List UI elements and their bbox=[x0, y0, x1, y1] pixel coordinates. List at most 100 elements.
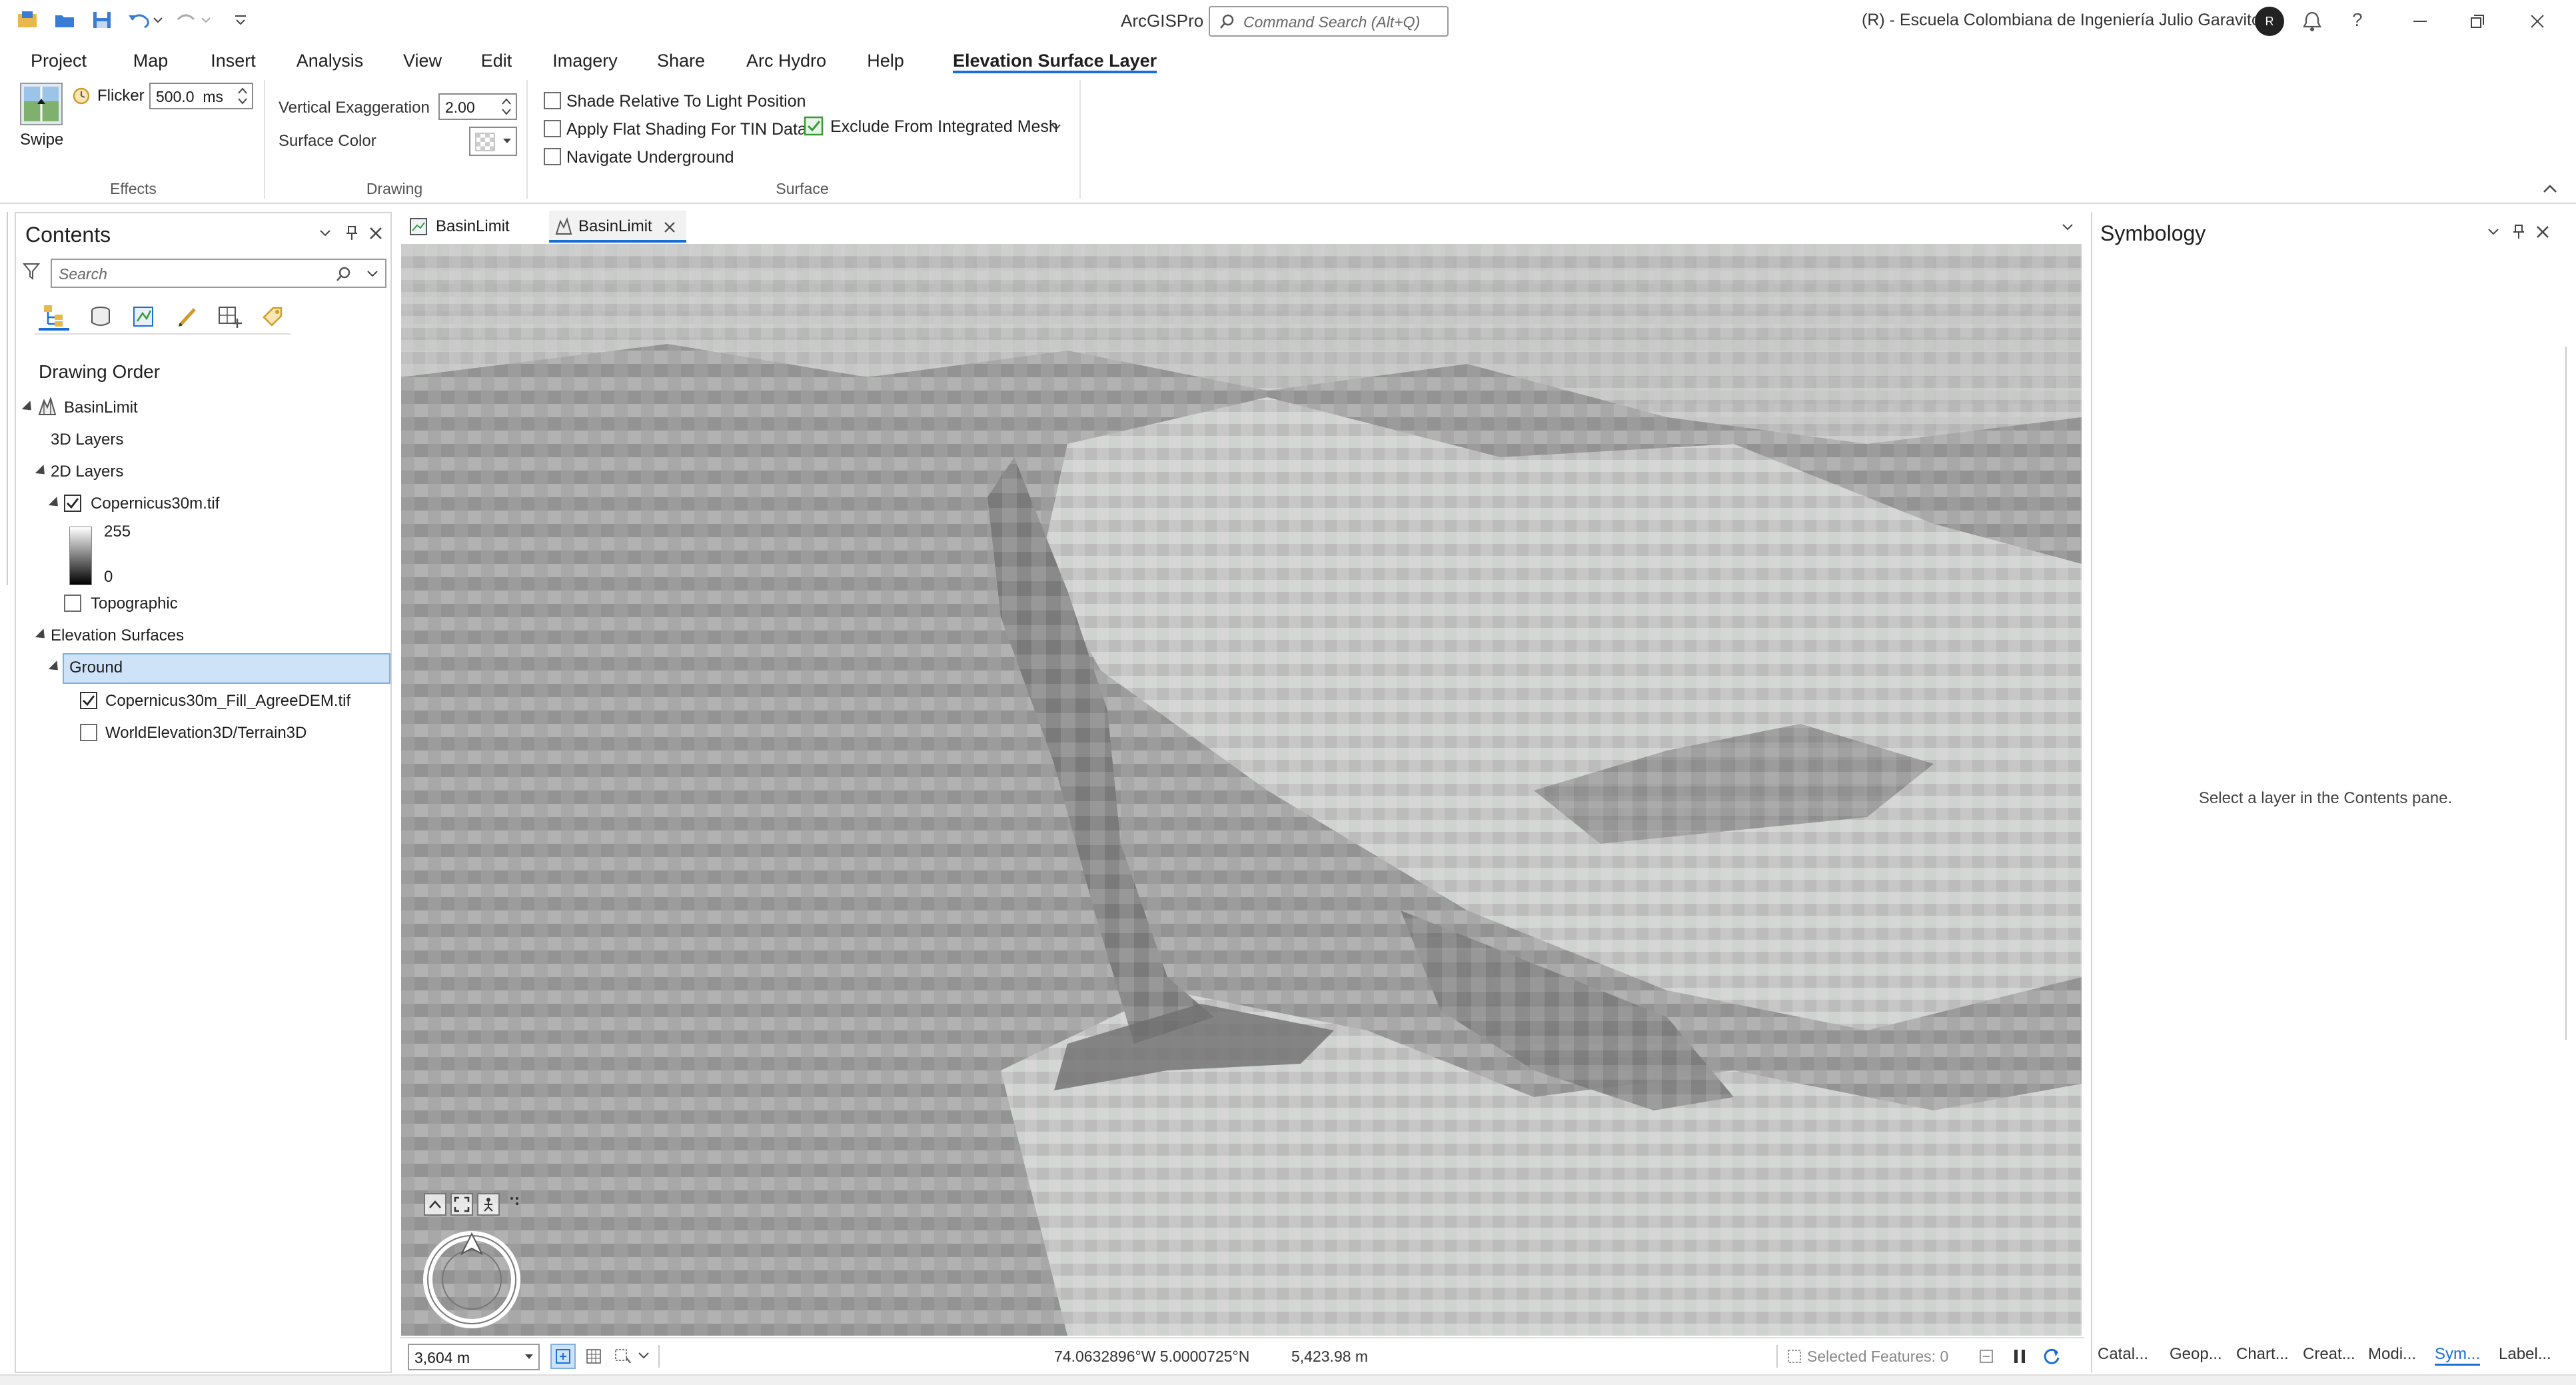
tab-create-features[interactable]: Creat... bbox=[2303, 1345, 2355, 1364]
chevron-down-icon[interactable] bbox=[2059, 219, 2076, 236]
list-by-drawing-order-icon[interactable] bbox=[39, 303, 69, 331]
list-by-data-source-icon[interactable] bbox=[85, 303, 116, 331]
tab-geoprocessing[interactable]: Geop... bbox=[2170, 1345, 2222, 1364]
pin-icon[interactable] bbox=[2509, 223, 2528, 241]
vertical-exaggeration-field[interactable]: 2.00 bbox=[438, 93, 517, 120]
close-tab-icon[interactable] bbox=[661, 219, 678, 236]
tree-item-fill-agree-dem[interactable]: Copernicus30m_Fill_AgreeDEM.tif bbox=[105, 692, 350, 710]
collapse-triangle-icon[interactable] bbox=[48, 661, 63, 675]
avatar[interactable]: R bbox=[2255, 7, 2284, 36]
scale-field[interactable]: 3,604 m bbox=[408, 1344, 540, 1370]
list-by-selection-icon[interactable] bbox=[128, 303, 159, 331]
tree-item-copernicus30m[interactable]: Copernicus30m.tif bbox=[91, 495, 219, 513]
restore-icon[interactable] bbox=[2464, 9, 2491, 33]
collapse-triangle-icon[interactable] bbox=[35, 629, 49, 643]
collapse-triangle-icon[interactable] bbox=[35, 465, 49, 479]
flicker-interval-field[interactable]: 500.0 ms bbox=[149, 83, 253, 109]
integrated-mesh-icon[interactable] bbox=[802, 115, 825, 137]
copernicus-visibility-checkbox[interactable] bbox=[64, 495, 81, 512]
tab-map[interactable]: Map bbox=[127, 48, 175, 73]
tab-symbology[interactable]: Sym... bbox=[2435, 1345, 2481, 1366]
chevron-down-icon[interactable] bbox=[364, 265, 381, 283]
collapse-ribbon-icon[interactable] bbox=[2540, 179, 2560, 199]
world-elevation-visibility-checkbox[interactable] bbox=[80, 724, 97, 741]
tab-elevation-surface-layer[interactable]: Elevation Surface Layer bbox=[953, 48, 1157, 73]
tab-catalog[interactable]: Catal... bbox=[2098, 1345, 2148, 1364]
undo-icon[interactable] bbox=[127, 8, 164, 32]
collapse-triangle-icon[interactable] bbox=[48, 497, 63, 511]
close-pane-icon[interactable] bbox=[366, 224, 385, 243]
list-by-snapping-icon[interactable] bbox=[215, 303, 245, 331]
compass-navigator-icon[interactable] bbox=[422, 1230, 521, 1329]
flicker-spinner-icon[interactable] bbox=[235, 84, 251, 108]
tab-labeling[interactable]: Label... bbox=[2499, 1345, 2551, 1364]
open-project-icon[interactable] bbox=[52, 8, 77, 32]
navigate-underground-checkbox[interactable] bbox=[544, 148, 561, 165]
tree-item-2d-layers[interactable]: 2D Layers bbox=[51, 463, 123, 481]
save-project-icon[interactable] bbox=[89, 8, 115, 32]
tree-item-ground[interactable]: Ground bbox=[69, 659, 123, 677]
surface-color-picker[interactable] bbox=[469, 127, 517, 156]
list-by-editing-icon[interactable] bbox=[172, 303, 203, 331]
map-tab-basinlimit-1[interactable]: BasinLimit bbox=[402, 211, 536, 243]
tab-help[interactable]: Help bbox=[865, 48, 906, 73]
map-navigation-toggle-icon[interactable] bbox=[550, 1344, 576, 1369]
close-window-icon[interactable] bbox=[2524, 9, 2551, 33]
tree-item-elevation-surfaces[interactable]: Elevation Surfaces bbox=[51, 627, 184, 645]
tab-edit[interactable]: Edit bbox=[480, 48, 513, 73]
swipe-icon[interactable] bbox=[20, 83, 63, 125]
tab-share[interactable]: Share bbox=[657, 48, 705, 73]
contents-search-input[interactable]: Search bbox=[59, 265, 107, 283]
command-search-box[interactable]: Command Search (Alt+Q) bbox=[1209, 6, 1449, 37]
navigator-expand-icon[interactable] bbox=[424, 1193, 446, 1216]
customize-toolbar-icon[interactable] bbox=[231, 9, 251, 31]
pane-options-icon[interactable] bbox=[316, 224, 334, 243]
command-search-input[interactable]: Command Search (Alt+Q) bbox=[1243, 13, 1420, 31]
refresh-icon[interactable] bbox=[2040, 1345, 2063, 1368]
chevron-down-icon[interactable] bbox=[636, 1348, 652, 1364]
exaggeration-spinner-icon[interactable] bbox=[498, 95, 514, 119]
tree-item-basinlimit[interactable]: BasinLimit bbox=[64, 399, 138, 417]
exclude-mesh-button[interactable]: Exclude From Integrated Mesh bbox=[830, 117, 1058, 137]
notification-bell-icon[interactable] bbox=[2299, 8, 2325, 35]
contents-search-box[interactable]: Search bbox=[51, 259, 386, 288]
fill-dem-visibility-checkbox[interactable] bbox=[80, 692, 97, 709]
filter-icon[interactable] bbox=[21, 260, 41, 283]
search-icon[interactable] bbox=[333, 264, 353, 284]
tab-chart[interactable]: Chart... bbox=[2236, 1345, 2289, 1364]
tree-item-topographic[interactable]: Topographic bbox=[91, 595, 178, 613]
grid-view-icon[interactable] bbox=[581, 1344, 606, 1369]
tab-project[interactable]: Project bbox=[27, 48, 91, 73]
list-by-labeling-icon[interactable] bbox=[257, 303, 288, 331]
tab-view[interactable]: View bbox=[402, 48, 442, 73]
collapse-triangle-icon[interactable] bbox=[21, 401, 36, 415]
flicker-icon[interactable] bbox=[71, 85, 92, 107]
minimize-icon[interactable] bbox=[2407, 9, 2433, 33]
topographic-visibility-checkbox[interactable] bbox=[64, 595, 81, 612]
tab-arc-hydro[interactable]: Arc Hydro bbox=[745, 48, 828, 73]
tab-analysis[interactable]: Analysis bbox=[296, 48, 364, 73]
tree-item-world-elevation[interactable]: WorldElevation3D/Terrain3D bbox=[105, 724, 307, 742]
tab-insert[interactable]: Insert bbox=[208, 48, 259, 73]
clear-selection-icon[interactable] bbox=[1976, 1346, 1996, 1366]
selected-features-count[interactable]: Selected Features: 0 bbox=[1807, 1348, 1948, 1366]
redo-icon[interactable] bbox=[175, 8, 212, 32]
pane-options-icon[interactable] bbox=[2484, 223, 2503, 241]
new-project-icon[interactable] bbox=[15, 8, 40, 32]
tab-imagery[interactable]: Imagery bbox=[550, 48, 620, 73]
navigator-options-icon[interactable] bbox=[506, 1193, 522, 1209]
close-pane-icon[interactable] bbox=[2533, 223, 2552, 241]
swipe-button[interactable]: Swipe bbox=[20, 131, 63, 149]
chevron-down-icon[interactable] bbox=[1049, 120, 1063, 135]
pin-icon[interactable] bbox=[342, 224, 361, 243]
scene-view-canvas[interactable] bbox=[401, 244, 2082, 1336]
tree-item-3d-layers[interactable]: 3D Layers bbox=[51, 431, 123, 449]
shade-relative-checkbox[interactable] bbox=[544, 92, 561, 109]
full-extent-icon[interactable] bbox=[450, 1193, 473, 1216]
flat-shading-checkbox[interactable] bbox=[544, 120, 561, 137]
tab-modify-features[interactable]: Modi... bbox=[2368, 1345, 2416, 1364]
map-tab-basinlimit-2[interactable]: BasinLimit bbox=[549, 211, 686, 243]
pause-drawing-icon[interactable] bbox=[2010, 1346, 2030, 1366]
help-icon[interactable]: ? bbox=[2352, 9, 2363, 31]
first-person-icon[interactable] bbox=[477, 1193, 500, 1216]
